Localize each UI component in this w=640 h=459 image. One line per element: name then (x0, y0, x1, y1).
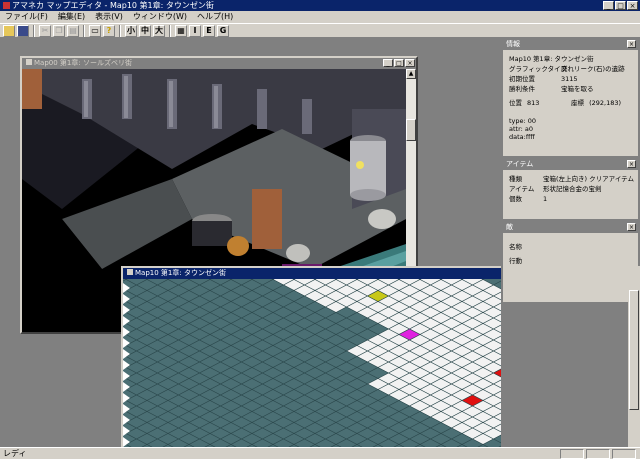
open-folder-icon[interactable] (3, 24, 15, 37)
print-icon[interactable]: ▭ (89, 24, 101, 37)
zoom-small-button[interactable]: 小 (125, 24, 137, 37)
grid-window-title: Map10 第1章: タウンゼン街 (135, 269, 226, 277)
mode-g-button[interactable]: G (217, 24, 229, 37)
scene-close-button[interactable]: × (405, 59, 415, 67)
close-button[interactable]: × (627, 1, 638, 10)
info-type: type: 00 (509, 117, 537, 125)
item-row: 個数 1 (509, 195, 548, 203)
enemy-panel-title: 敵 (506, 223, 513, 231)
copy-icon[interactable]: ❐ (53, 24, 65, 37)
mode-e-button[interactable]: E (203, 24, 215, 37)
minimize-button[interactable]: _ (603, 1, 614, 10)
map-grid-view[interactable] (123, 279, 509, 454)
scene-maximize-button[interactable]: □ (394, 59, 404, 67)
info-data: data:ffff (509, 133, 535, 141)
info-position-row: 位置 813 座標 (292,183) (509, 99, 622, 107)
help-icon[interactable]: ? (103, 24, 115, 37)
enemy-close-button[interactable]: × (627, 223, 636, 231)
menu-window[interactable]: ウィンドウ(W) (128, 11, 192, 23)
app-icon (3, 2, 10, 9)
enemy-name-label: 名称 (509, 243, 522, 251)
status-text: レディ (3, 449, 27, 458)
item-row: アイテム 形状記憶合金の宝剣 (509, 185, 602, 193)
maximize-button[interactable]: □ (615, 1, 626, 10)
mdi-vertical-scrollbar[interactable] (628, 266, 640, 447)
scene-minimize-button[interactable]: _ (383, 59, 393, 67)
mdi-scroll-thumb[interactable] (629, 290, 639, 410)
item-panel: アイテム × 種類 宝箱(左上向き) クリアアイテム アイテム 形状記憶合金の宝剣 個… (502, 158, 639, 220)
info-panel-title: 情報 (506, 40, 520, 48)
menubar: ファイル(F) 編集(E) 表示(V) ウィンドウ(W) ヘルプ(H) (0, 11, 640, 23)
grid-icon[interactable]: ▦ (175, 24, 187, 37)
info-close-button[interactable]: × (627, 40, 636, 48)
menu-edit[interactable]: 編集(E) (53, 11, 90, 23)
statusbar: レディ (0, 447, 640, 459)
property-panels: 情報 × Map10 第1章: タウンゼン街 グラフィックタイプ廃れリーク(石)の… (501, 38, 640, 447)
menu-help[interactable]: ヘルプ(H) (192, 11, 238, 23)
app-title: アマネカ マップエディタ - Map10 第1章: タウンゼン街 (12, 1, 214, 10)
scroll-up-icon[interactable]: ▲ (406, 69, 416, 79)
info-panel: 情報 × Map10 第1章: タウンゼン街 グラフィックタイプ廃れリーク(石)の… (502, 38, 639, 157)
paste-icon[interactable]: ▤ (67, 24, 79, 37)
grid-window[interactable]: Map10 第1章: タウンゼン街 (121, 266, 511, 456)
app-titlebar: アマネカ マップエディタ - Map10 第1章: タウンゼン街 _ □ × (0, 0, 640, 11)
item-panel-title: アイテム (506, 160, 534, 168)
item-row: 種類 宝箱(左上向き) クリアアイテム (509, 175, 634, 183)
zoom-medium-button[interactable]: 中 (139, 24, 151, 37)
info-row: 初期位置 3115 (509, 75, 578, 83)
save-icon[interactable] (17, 24, 29, 37)
info-row: 勝利条件 宝箱を取る (509, 85, 594, 93)
menu-view[interactable]: 表示(V) (90, 11, 128, 23)
mdi-workspace: Map00 第1章: ソールズベリ街 _ □ × ▲ Map10 第1章: タウ… (0, 38, 511, 456)
toolbar: ✂ ❐ ▤ ▭ ? 小 中 大 ▦ I E G (0, 23, 640, 38)
enemy-panel: 敵 × 名称 行動 (502, 221, 639, 303)
mode-i-button[interactable]: I (189, 24, 201, 37)
scene-scroll-thumb[interactable] (406, 119, 416, 141)
enemy-action-label: 行動 (509, 257, 522, 265)
item-close-button[interactable]: × (627, 160, 636, 168)
cut-icon[interactable]: ✂ (39, 24, 51, 37)
info-map-name: Map10 第1章: タウンゼン街 (509, 55, 594, 63)
grid-window-titlebar[interactable]: Map10 第1章: タウンゼン街 (123, 268, 509, 279)
menu-file[interactable]: ファイル(F) (0, 11, 53, 23)
zoom-large-button[interactable]: 大 (153, 24, 165, 37)
scene-window-title: Map00 第1章: ソールズベリ街 (34, 59, 132, 67)
info-attr: attr: a0 (509, 125, 534, 133)
info-row: グラフィックタイプ廃れリーク(石)の遺跡 (509, 65, 625, 73)
scene-window-titlebar[interactable]: Map00 第1章: ソールズベリ街 _ □ × (22, 58, 416, 69)
